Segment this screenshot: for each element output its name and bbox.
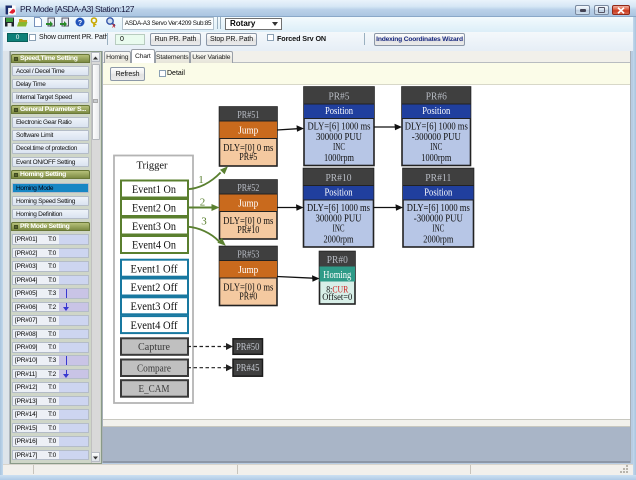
- svg-text:PR#5: PR#5: [329, 92, 350, 103]
- svg-text:DLY=[6] 1000 ms: DLY=[6] 1000 ms: [308, 121, 371, 132]
- svg-text:PR#11: PR#11: [425, 173, 451, 184]
- svg-text:Jump: Jump: [238, 126, 258, 137]
- svg-text:Position: Position: [325, 106, 354, 117]
- svg-text:2: 2: [200, 197, 206, 209]
- svg-text:PR#51: PR#51: [237, 110, 259, 121]
- svg-text:Trigger: Trigger: [137, 160, 168, 172]
- svg-text:Jump: Jump: [238, 199, 258, 210]
- svg-text:INC: INC: [432, 224, 444, 235]
- svg-text:INC: INC: [333, 142, 345, 153]
- svg-text:PR#6: PR#6: [426, 92, 447, 103]
- svg-text:PR#0: PR#0: [327, 255, 348, 266]
- svg-text:Event2 Off: Event2 Off: [131, 282, 178, 294]
- svg-text:INC: INC: [333, 224, 345, 235]
- svg-text:-300000 PUU: -300000 PUU: [414, 213, 464, 224]
- svg-text:PR#10: PR#10: [326, 173, 352, 184]
- svg-text:Event2 On: Event2 On: [132, 203, 176, 215]
- svg-text:DLY=[6] 1000 ms: DLY=[6] 1000 ms: [407, 203, 470, 214]
- svg-text:INC: INC: [430, 142, 442, 153]
- svg-text:Event1 On: Event1 On: [132, 184, 176, 196]
- svg-text:1000rpm: 1000rpm: [324, 153, 354, 164]
- svg-text:Position: Position: [325, 187, 354, 198]
- svg-text:PR#50: PR#50: [236, 342, 260, 353]
- svg-text:PR#45: PR#45: [236, 363, 260, 374]
- svg-text:DLY=[6] 1000 ms: DLY=[6] 1000 ms: [405, 121, 468, 132]
- svg-text:Event4 On: Event4 On: [132, 240, 176, 252]
- svg-text:x: x: [112, 24, 116, 29]
- svg-text:Offset=0: Offset=0: [322, 292, 352, 303]
- svg-text:PR#0: PR#0: [239, 292, 257, 303]
- svg-text:300000 PUU: 300000 PUU: [316, 132, 363, 143]
- svg-text:2000rpm: 2000rpm: [324, 235, 354, 246]
- svg-text:2000rpm: 2000rpm: [423, 235, 453, 246]
- svg-text:E_CAM: E_CAM: [139, 384, 170, 395]
- svg-text:1: 1: [198, 174, 204, 186]
- svg-text:Event3 On: Event3 On: [132, 221, 176, 233]
- svg-text:PR#53: PR#53: [237, 250, 259, 261]
- svg-text:?: ?: [78, 20, 82, 27]
- svg-text:300000 PUU: 300000 PUU: [316, 213, 363, 224]
- svg-text:Compare: Compare: [137, 363, 172, 374]
- svg-text:3: 3: [201, 216, 207, 228]
- svg-text:-300000 PUU: -300000 PUU: [412, 132, 462, 143]
- svg-text:PR#52: PR#52: [237, 183, 259, 194]
- svg-text:DLY=[6] 1000 ms: DLY=[6] 1000 ms: [307, 203, 370, 214]
- svg-text:Position: Position: [422, 106, 451, 117]
- svg-text:Capture: Capture: [138, 342, 171, 353]
- svg-text:Homing: Homing: [323, 270, 352, 281]
- svg-text:PR#10: PR#10: [237, 225, 259, 236]
- svg-text:PR#5: PR#5: [239, 152, 257, 163]
- svg-text:1000rpm: 1000rpm: [421, 153, 451, 164]
- svg-text:Position: Position: [424, 187, 453, 198]
- svg-text:Event4 Off: Event4 Off: [131, 320, 178, 332]
- svg-text:Event1 Off: Event1 Off: [131, 263, 178, 275]
- svg-text:Jump: Jump: [238, 265, 258, 276]
- svg-text:Event3 Off: Event3 Off: [131, 301, 178, 313]
